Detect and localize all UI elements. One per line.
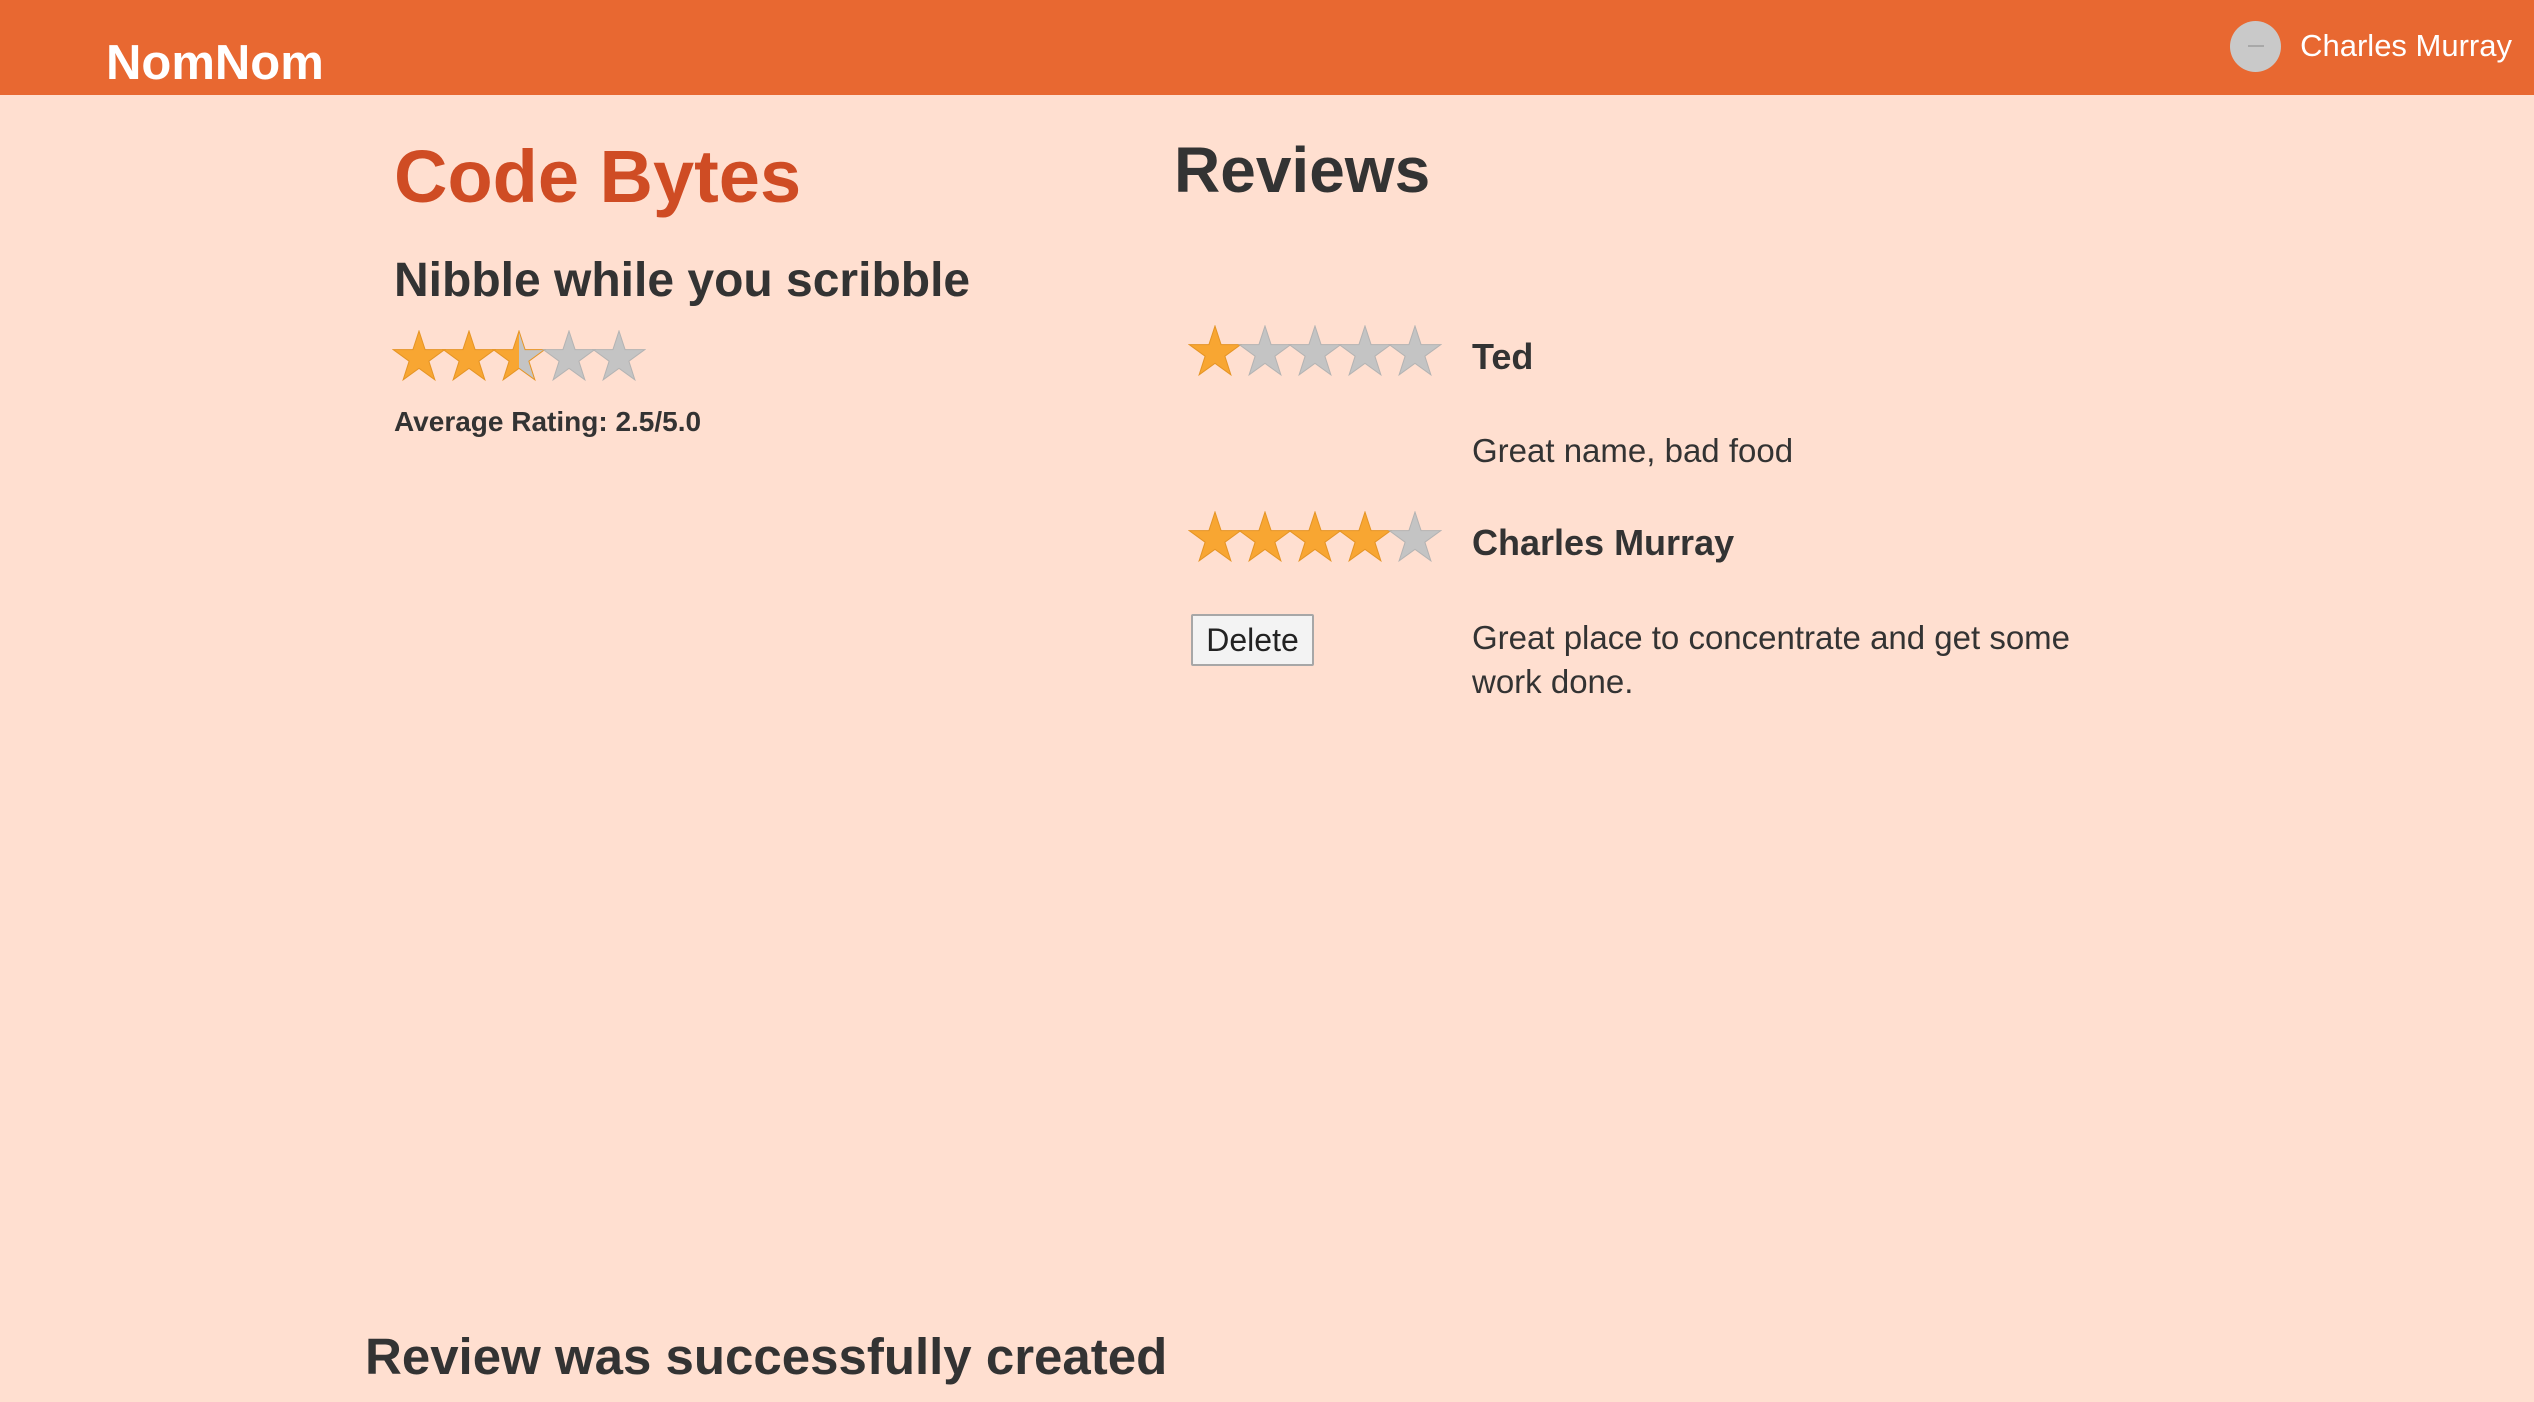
star-empty-icon (591, 330, 646, 382)
star-filled-icon (392, 330, 447, 382)
review-author: Charles Murray (1472, 522, 1735, 563)
star-empty-icon (541, 330, 597, 382)
review-rating-stars (1188, 511, 1442, 565)
avatar[interactable] (2230, 20, 2282, 72)
star-filled-icon (1188, 325, 1243, 377)
star-rating-graphic (1188, 511, 1442, 563)
top-navbar: NomNom Charles Murray (0, 0, 2534, 95)
reviews-heading: Reviews (1174, 134, 1431, 206)
user-name-link[interactable]: Charles Murray (2300, 26, 2512, 66)
star-empty-icon (1387, 325, 1442, 377)
review-body: Great name, bad food (1472, 432, 1794, 469)
star-rating-graphic (1188, 325, 1442, 377)
star-empty-icon (1287, 325, 1343, 377)
brand-logo-link[interactable]: NomNom (106, 32, 324, 94)
user-menu[interactable]: Charles Murray (2230, 20, 2512, 72)
average-rating-stars (392, 330, 646, 384)
star-filled-icon (1237, 511, 1293, 563)
star-empty-icon (1337, 325, 1393, 377)
review-author: Ted (1472, 336, 1534, 377)
star-empty-icon (1237, 325, 1293, 377)
star-rating-graphic (392, 330, 646, 382)
restaurant-name: Code Bytes (394, 135, 802, 218)
review-body: Great place to concentrate and get some … (1472, 619, 2071, 700)
delete-review-button[interactable]: Delete (1191, 614, 1314, 666)
star-filled-icon (1287, 511, 1343, 563)
star-filled-icon (1188, 511, 1243, 563)
star-filled-icon (1337, 511, 1393, 563)
star-half-icon (491, 330, 547, 382)
star-filled-icon (441, 330, 497, 382)
flash-message: Review was successfully created (365, 1328, 1168, 1385)
review-rating-stars (1188, 325, 1442, 379)
restaurant-tagline: Nibble while you scribble (394, 254, 971, 307)
average-rating-label: Average Rating: 2.5/5.0 (394, 406, 702, 437)
avatar-placeholder-icon (2247, 45, 2264, 47)
star-empty-icon (1387, 511, 1442, 563)
